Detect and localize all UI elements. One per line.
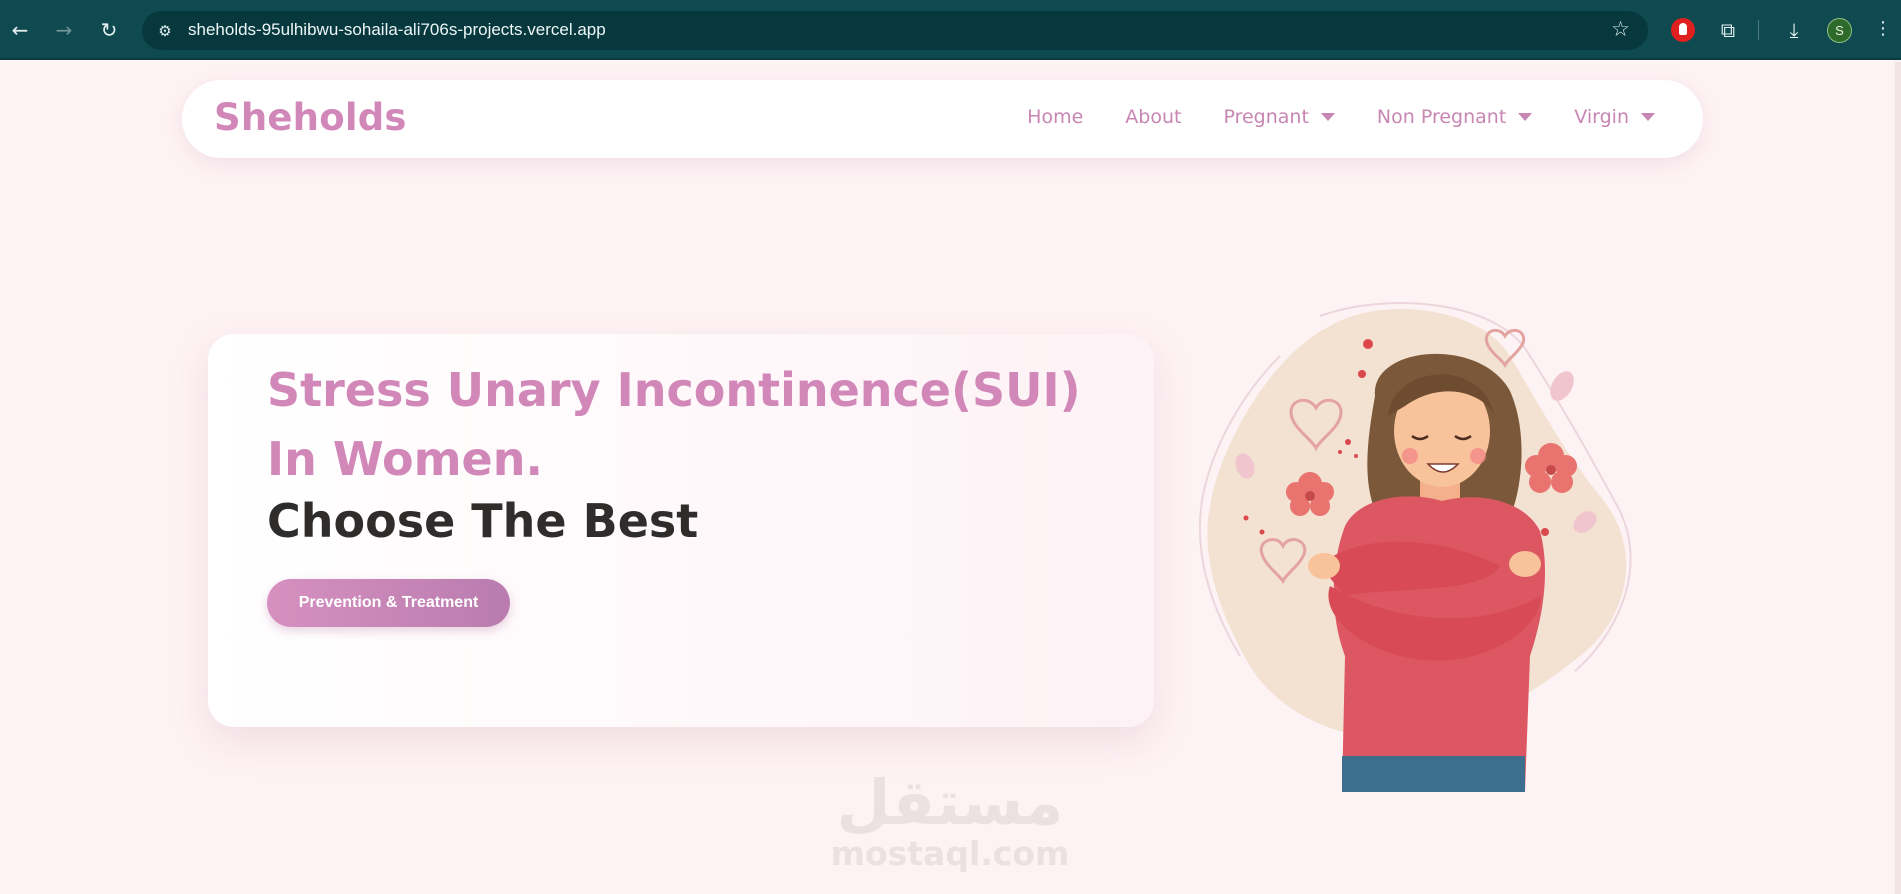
browser-toolbar: ← → ↻ ⚙ sheholds-95ulhibwu-sohaila-ali70…: [0, 0, 1901, 60]
reload-icon: ↻: [100, 18, 118, 42]
arrow-left-icon: ←: [11, 18, 29, 42]
hero-card: Stress Unary Incontinence(SUI) In Women.…: [208, 334, 1154, 727]
prevention-treatment-button[interactable]: Prevention & Treatment: [267, 579, 510, 627]
reload-button[interactable]: ↻: [94, 15, 124, 45]
nav-non-pregnant-dropdown[interactable]: Non Pregnant: [1376, 106, 1533, 128]
puzzle-icon[interactable]: ⧉: [1713, 15, 1743, 45]
nav-non-pregnant-label: Non Pregnant: [1376, 106, 1507, 128]
caret-down-icon: [1518, 113, 1533, 121]
watermark-arabic: مستقل: [836, 766, 1064, 839]
nav-virgin-label: Virgin: [1574, 106, 1629, 128]
caret-down-icon: [1320, 113, 1335, 121]
nav-home-label: Home: [1027, 106, 1084, 128]
nav-home[interactable]: Home: [1027, 106, 1083, 128]
extension-red-icon[interactable]: [1671, 18, 1695, 42]
site-navbar: Sheholds Home About Pregnant Non Pregnan…: [182, 80, 1703, 158]
brand-logo[interactable]: Sheholds: [214, 96, 407, 139]
nav-pregnant-label: Pregnant: [1223, 106, 1309, 128]
nav-about[interactable]: About: [1125, 106, 1181, 128]
forward-button[interactable]: →: [49, 15, 79, 45]
star-icon[interactable]: ☆: [1611, 17, 1630, 41]
arrow-right-icon: →: [55, 18, 73, 42]
avatar[interactable]: S: [1827, 18, 1852, 43]
hero-title: Stress Unary Incontinence(SUI) In Women.: [267, 363, 1081, 486]
address-bar[interactable]: ⚙ sheholds-95ulhibwu-sohaila-ali706s-pro…: [142, 11, 1648, 50]
mostaql-watermark: مستقل mostaql.com: [820, 770, 1080, 880]
nav-pregnant-dropdown[interactable]: Pregnant: [1223, 106, 1335, 128]
download-icon[interactable]: ⤓: [1779, 15, 1809, 45]
watermark-latin: mostaql.com: [830, 834, 1070, 873]
toolbar-divider: [1758, 20, 1759, 40]
kebab-icon[interactable]: ⋮: [1874, 18, 1892, 42]
url-text[interactable]: sheholds-95ulhibwu-sohaila-ali706s-proje…: [188, 20, 606, 40]
woman-hugging-illustration: [1198, 302, 1632, 792]
tune-icon[interactable]: ⚙: [154, 20, 176, 42]
nav-about-label: About: [1125, 106, 1182, 128]
page-scrollbar[interactable]: [1895, 62, 1901, 894]
back-button[interactable]: ←: [5, 15, 35, 45]
nav-virgin-dropdown[interactable]: Virgin: [1574, 106, 1655, 128]
caret-down-icon: [1641, 113, 1655, 121]
hero-subtitle: Choose The Best: [267, 494, 699, 548]
nav-links: Home About Pregnant Non Pregnant Virgin: [1027, 106, 1655, 128]
